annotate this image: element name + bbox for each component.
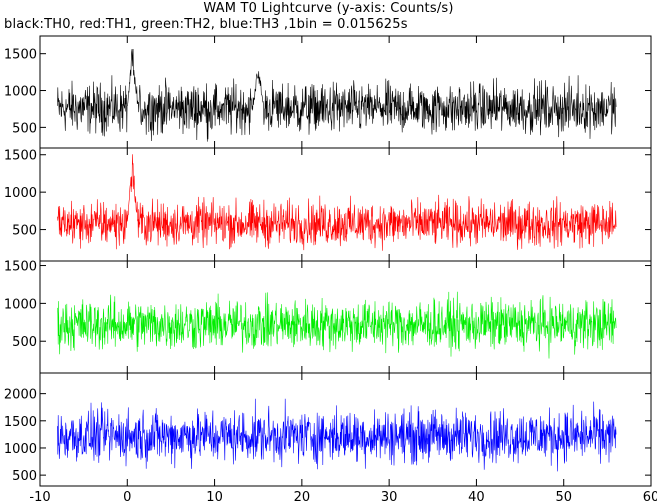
x-tick-label: -10: [29, 490, 50, 504]
y-tick-label: 500: [12, 469, 37, 484]
x-tick-label: 40: [468, 490, 485, 504]
y-tick-label: 2000: [4, 388, 37, 403]
series-line-TH2: [57, 291, 617, 359]
x-tick-label: 20: [294, 490, 311, 504]
panel-frame-TH1: [39, 147, 652, 262]
x-tick-label: 0: [123, 490, 131, 504]
y-tick-label: 500: [12, 335, 37, 350]
chart-subtitle: black:TH0, red:TH1, green:TH2, blue:TH3 …: [4, 17, 408, 32]
y-tick-label: 1500: [4, 260, 37, 275]
y-tick-label: 500: [12, 224, 37, 239]
lightcurve-chart: 5001000150050010001500500100015005001000…: [4, 35, 657, 504]
series-line-TH0: [57, 48, 617, 142]
y-tick-label: 1000: [4, 85, 37, 100]
x-tick-label: 60: [643, 490, 657, 504]
series-line-TH1: [57, 154, 617, 251]
x-tick-label: 30: [381, 490, 398, 504]
x-tick-label: 50: [555, 490, 572, 504]
y-tick-label: 1500: [4, 415, 37, 430]
x-tick-label: 10: [206, 490, 223, 504]
y-tick-label: 1000: [4, 442, 37, 457]
y-tick-label: 500: [12, 121, 37, 136]
y-tick-label: 1500: [4, 149, 37, 164]
y-tick-label: 1500: [4, 48, 37, 63]
y-tick-label: 1000: [4, 186, 37, 201]
series-line-TH3: [57, 398, 617, 472]
chart-title: WAM T0 Lightcurve (y-axis: Counts/s): [203, 1, 454, 16]
y-tick-label: 1000: [4, 297, 37, 312]
